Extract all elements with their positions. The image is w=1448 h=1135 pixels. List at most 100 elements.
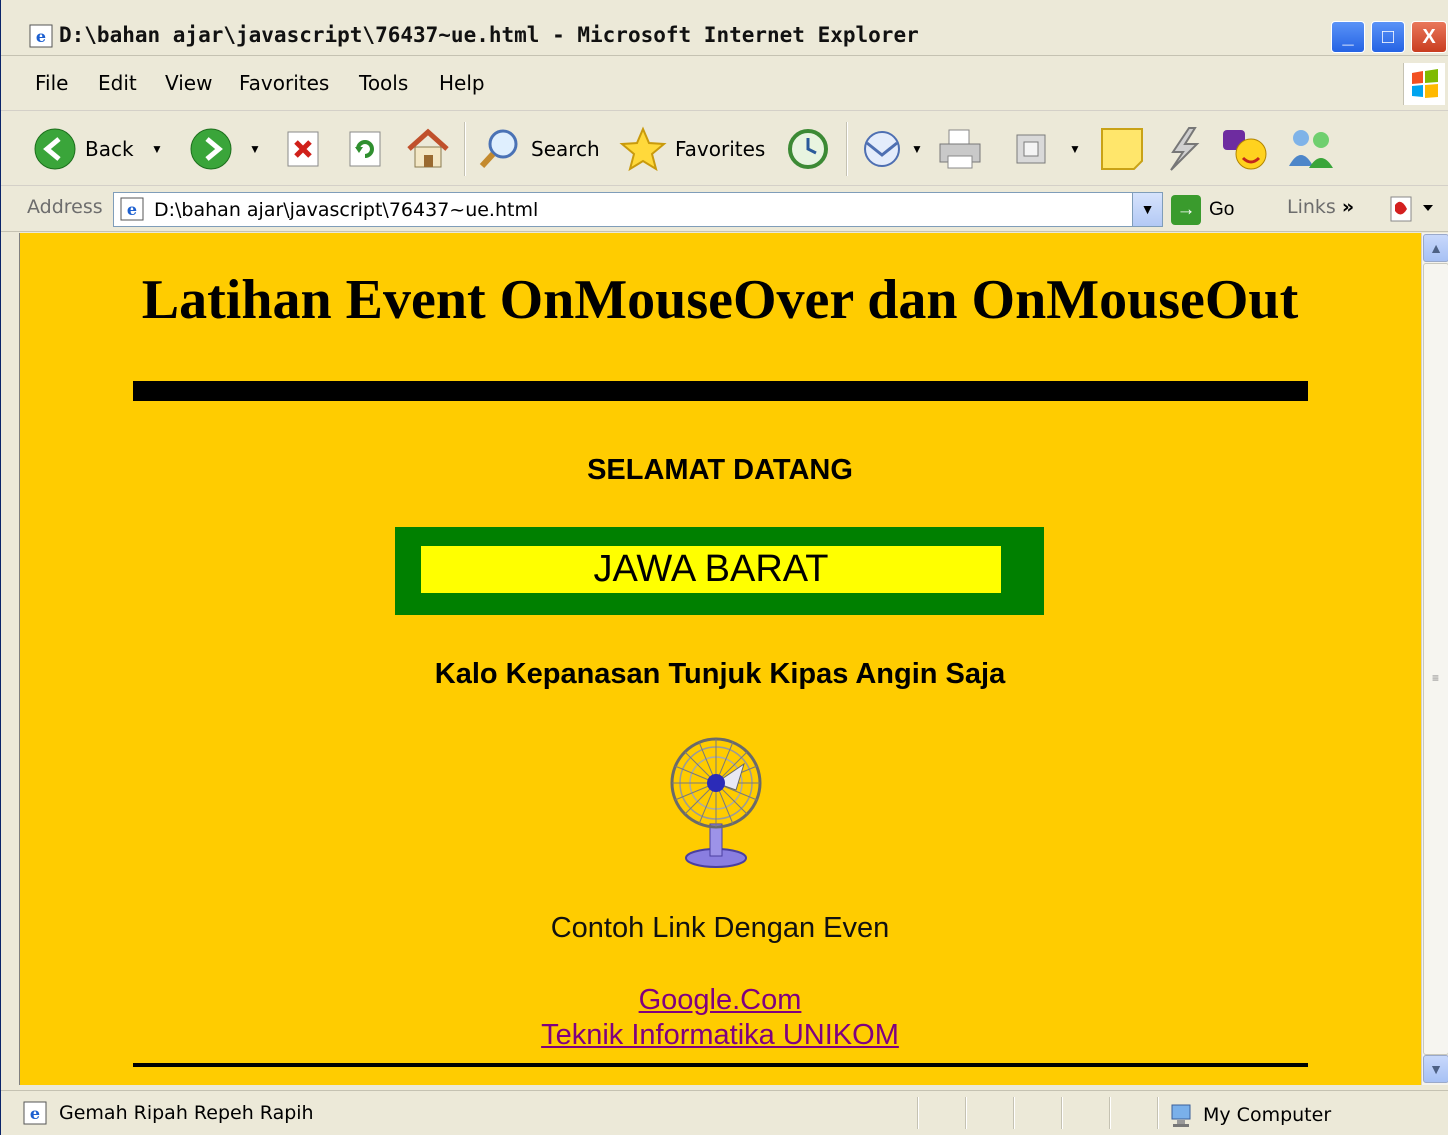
status-separator (1157, 1097, 1159, 1129)
yahoo-icon (1223, 130, 1267, 170)
print-button[interactable] (935, 126, 985, 172)
go-arrow-icon: → (1171, 195, 1201, 225)
scroll-thumb[interactable]: ≡ (1423, 263, 1448, 1055)
stop-button[interactable] (285, 126, 321, 172)
menu-file[interactable]: File (35, 71, 68, 95)
menu-help[interactable]: Help (439, 71, 485, 95)
address-dropdown-icon[interactable]: ▼ (1132, 193, 1162, 226)
stop-icon (287, 131, 319, 167)
ie-page-icon: e (29, 24, 53, 48)
address-label: Address (27, 196, 103, 218)
contacts-icon (1289, 130, 1333, 168)
status-bar: e Gemah Ripah Repeh Rapih My Computer (1, 1090, 1448, 1135)
window-title: D:\bahan ajar\javascript\76437~ue.html -… (59, 23, 919, 47)
back-button[interactable]: Back (33, 126, 134, 172)
zone-label: My Computer (1203, 1104, 1332, 1126)
edit-button[interactable] (1013, 126, 1049, 172)
home-icon (407, 128, 449, 168)
back-arrow-icon (34, 128, 76, 170)
address-bar: Address e D:\bahan ajar\javascript\76437… (1, 187, 1448, 232)
search-icon (479, 129, 518, 169)
link-google[interactable]: Google.Com (639, 984, 802, 1016)
menu-bar: File Edit View Favorites Tools Help (1, 57, 1448, 111)
computer-icon (1171, 1104, 1191, 1127)
pdf-icon (1390, 196, 1433, 222)
forward-button[interactable] (189, 126, 233, 172)
contacts-button[interactable] (1285, 126, 1337, 172)
favorites-star-icon (619, 126, 667, 172)
status-separator (1109, 1097, 1111, 1129)
refresh-button[interactable] (347, 126, 383, 172)
go-button[interactable]: → Go (1171, 193, 1234, 227)
svg-text:e: e (30, 1104, 40, 1123)
address-url: D:\bahan ajar\javascript\76437~ue.html (154, 199, 539, 221)
search-button[interactable]: Search (477, 126, 600, 172)
search-label: Search (531, 137, 600, 161)
mail-button[interactable] (861, 126, 907, 172)
mail-icon (864, 131, 900, 167)
favorites-label: Favorites (675, 137, 766, 161)
forward-dropdown-icon[interactable]: ▼ (249, 142, 261, 156)
vertical-scrollbar[interactable]: ▲ ≡ ▼ (1421, 233, 1448, 1085)
edit-dropdown-icon[interactable]: ▼ (1069, 142, 1081, 156)
status-separator (965, 1097, 967, 1129)
address-input[interactable]: e D:\bahan ajar\javascript\76437~ue.html… (113, 192, 1163, 227)
mail-dropdown-icon[interactable]: ▼ (911, 142, 923, 156)
marquee-box: JAWA BARAT (395, 527, 1044, 615)
ie-page-icon: e (120, 197, 144, 221)
standard-toolbar: Back ▼ ▼ Search Favorites ▼ ▼ (1, 112, 1448, 186)
forward-arrow-icon (190, 128, 232, 170)
notes-button[interactable] (1099, 126, 1145, 172)
link-list: Google.Com Teknik Informatika UNIKOM (19, 983, 1421, 1053)
horizontal-rule-thick (133, 381, 1308, 401)
print-icon (939, 129, 981, 169)
history-icon (788, 129, 828, 169)
close-button[interactable]: X (1411, 21, 1447, 53)
toolbar-separator (464, 122, 466, 176)
svg-text:e: e (36, 27, 46, 46)
link-unikom[interactable]: Teknik Informatika UNIKOM (541, 1019, 899, 1051)
svg-text:e: e (127, 200, 137, 219)
home-button[interactable] (405, 126, 451, 172)
menu-favorites[interactable]: Favorites (239, 71, 329, 95)
toolbar-separator (846, 122, 848, 176)
page-title: Latihan Event OnMouseOver dan OnMouseOut (141, 269, 1299, 331)
edit-icon (1016, 134, 1046, 164)
menu-view[interactable]: View (165, 71, 212, 95)
windows-logo-icon (1403, 63, 1445, 105)
title-bar[interactable]: e D:\bahan ajar\javascript\76437~ue.html… (1, 18, 1448, 56)
history-button[interactable] (785, 126, 831, 172)
status-separator (917, 1097, 919, 1129)
status-separator (1061, 1097, 1063, 1129)
minimize-button[interactable]: _ (1331, 21, 1365, 53)
links-label: Links (1287, 196, 1336, 218)
menu-tools[interactable]: Tools (359, 71, 408, 95)
messenger-button[interactable] (1161, 126, 1205, 172)
security-zone: My Computer (1169, 1102, 1331, 1128)
status-separator (1013, 1097, 1015, 1129)
fan-image[interactable] (666, 728, 766, 870)
marquee-text: JAWA BARAT (421, 546, 1001, 593)
back-label: Back (85, 137, 134, 161)
ie-page-icon: e (23, 1101, 47, 1125)
browser-window: e D:\bahan ajar\javascript\76437~ue.html… (0, 0, 1448, 1135)
messenger-icon (1170, 127, 1200, 171)
refresh-icon (349, 131, 381, 167)
scroll-down-icon[interactable]: ▼ (1423, 1055, 1448, 1083)
welcome-heading: SELAMAT DATANG (587, 454, 853, 486)
menu-edit[interactable]: Edit (98, 71, 137, 95)
back-dropdown-icon[interactable]: ▼ (151, 142, 163, 156)
link-caption: Contoh Link Dengan Even (550, 912, 890, 944)
fan-hint-text: Kalo Kepanasan Tunjuk Kipas Angin Saja (434, 658, 1006, 690)
links-button[interactable]: Links » (1287, 196, 1354, 218)
notes-icon (1101, 128, 1143, 170)
go-label: Go (1209, 199, 1235, 220)
scroll-up-icon[interactable]: ▲ (1423, 234, 1448, 262)
maximize-button[interactable]: □ (1371, 21, 1405, 53)
horizontal-rule-thin (133, 1063, 1308, 1067)
favorites-button[interactable]: Favorites (619, 126, 765, 172)
yahoo-button[interactable] (1221, 126, 1271, 172)
scroll-grip-icon: ≡ (1432, 671, 1440, 685)
pdf-button[interactable] (1389, 195, 1439, 229)
status-text: Gemah Ripah Repeh Rapih (59, 1102, 314, 1124)
